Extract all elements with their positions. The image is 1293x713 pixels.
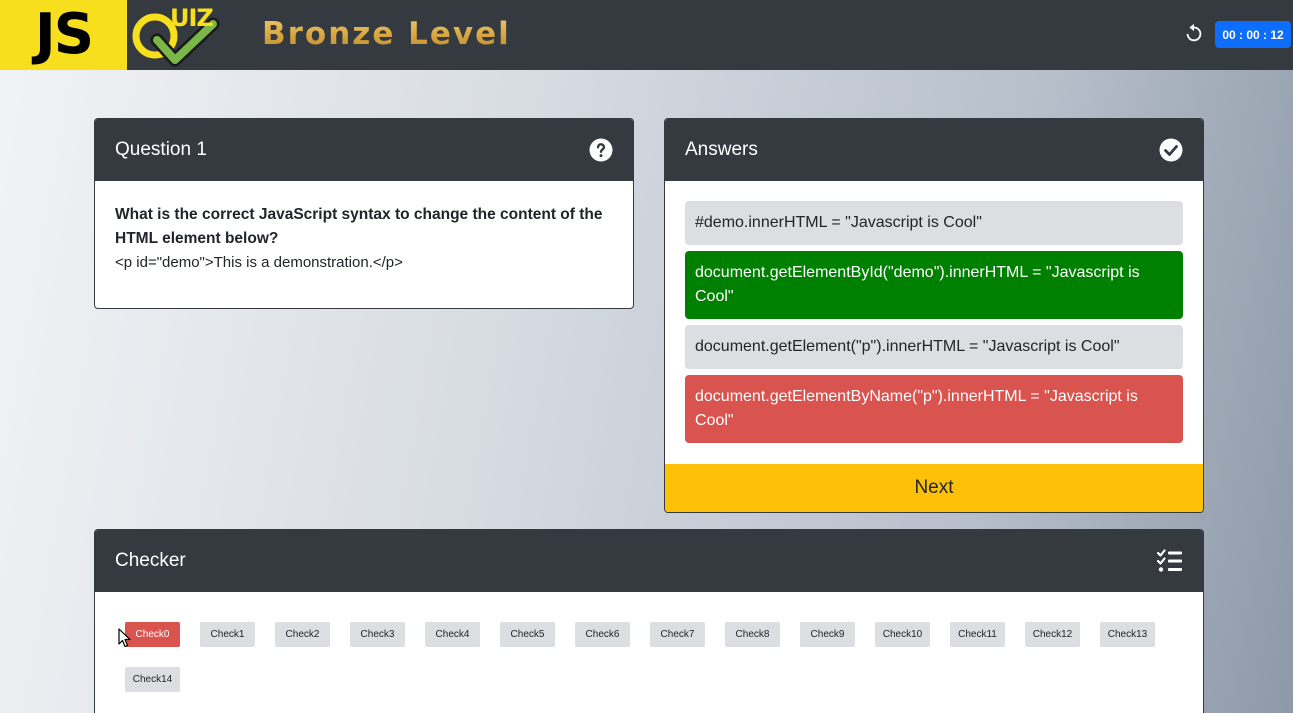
- check-item-9[interactable]: Check9: [800, 622, 855, 647]
- mouse-pointer-icon: [118, 628, 131, 648]
- check-item-6[interactable]: Check6: [575, 622, 630, 647]
- answers-header: Answers: [665, 119, 1203, 181]
- logo-js-text: JS: [34, 2, 94, 67]
- answer-option-3[interactable]: document.getElement("p").innerHTML = "Ja…: [685, 325, 1183, 369]
- check-circle-icon: [1159, 138, 1183, 162]
- check-item-11[interactable]: Check11: [950, 622, 1005, 647]
- question-title: Question 1: [115, 139, 207, 160]
- answer-option-2[interactable]: document.getElementById("demo").innerHTM…: [685, 251, 1183, 319]
- check-item-1[interactable]: Check1: [200, 622, 255, 647]
- check-item-13[interactable]: Check13: [1100, 622, 1155, 647]
- question-body: What is the correct JavaScript syntax to…: [95, 181, 633, 297]
- top-navbar: JS UIZ Bronze Level 00 : 00 : 12: [0, 0, 1293, 70]
- check-item-0[interactable]: Check0: [125, 622, 180, 647]
- question-circle-icon: [589, 138, 613, 162]
- check-item-10[interactable]: Check10: [875, 622, 930, 647]
- question-text: What is the correct JavaScript syntax to…: [115, 206, 603, 247]
- checker-card: Checker Check0 Check1 Check2 Check3 Chec…: [94, 529, 1204, 713]
- answers-title: Answers: [685, 139, 758, 160]
- check-item-3[interactable]: Check3: [350, 622, 405, 647]
- answers-card: Answers #demo.innerHTML = "Javascript is…: [664, 118, 1204, 513]
- reset-icon[interactable]: [1183, 22, 1205, 44]
- answer-option-4[interactable]: document.getElementByName("p").innerHTML…: [685, 375, 1183, 443]
- question-code: <p id="demo">This is a demonstration.</p…: [115, 254, 403, 271]
- level-title: Bronze Level: [262, 12, 511, 56]
- checker-body: Check0 Check1 Check2 Check3 Check4 Check…: [95, 592, 1203, 712]
- check-item-12[interactable]: Check12: [1025, 622, 1080, 647]
- checker-title: Checker: [115, 550, 186, 571]
- timer: 00 : 00 : 12: [1215, 21, 1291, 48]
- answers-list: #demo.innerHTML = "Javascript is Cool" d…: [665, 181, 1203, 443]
- check-item-14[interactable]: Check14: [125, 667, 180, 692]
- check-item-8[interactable]: Check8: [725, 622, 780, 647]
- check-item-5[interactable]: Check5: [500, 622, 555, 647]
- checklist-icon: [1157, 549, 1182, 572]
- checker-header: Checker: [95, 530, 1203, 592]
- checker-grid: Check0 Check1 Check2 Check3 Check4 Check…: [125, 622, 1203, 712]
- next-button[interactable]: Next: [665, 464, 1203, 512]
- question-card: Question 1 What is the correct JavaScrip…: [94, 118, 634, 309]
- logo-quiz: UIZ: [127, 0, 227, 70]
- logo-js: JS: [0, 0, 127, 70]
- question-header: Question 1: [95, 119, 633, 181]
- check-item-4[interactable]: Check4: [425, 622, 480, 647]
- check-item-2[interactable]: Check2: [275, 622, 330, 647]
- logo-quiz-text: UIZ: [170, 4, 214, 32]
- answer-option-1[interactable]: #demo.innerHTML = "Javascript is Cool": [685, 201, 1183, 245]
- check-item-7[interactable]: Check7: [650, 622, 705, 647]
